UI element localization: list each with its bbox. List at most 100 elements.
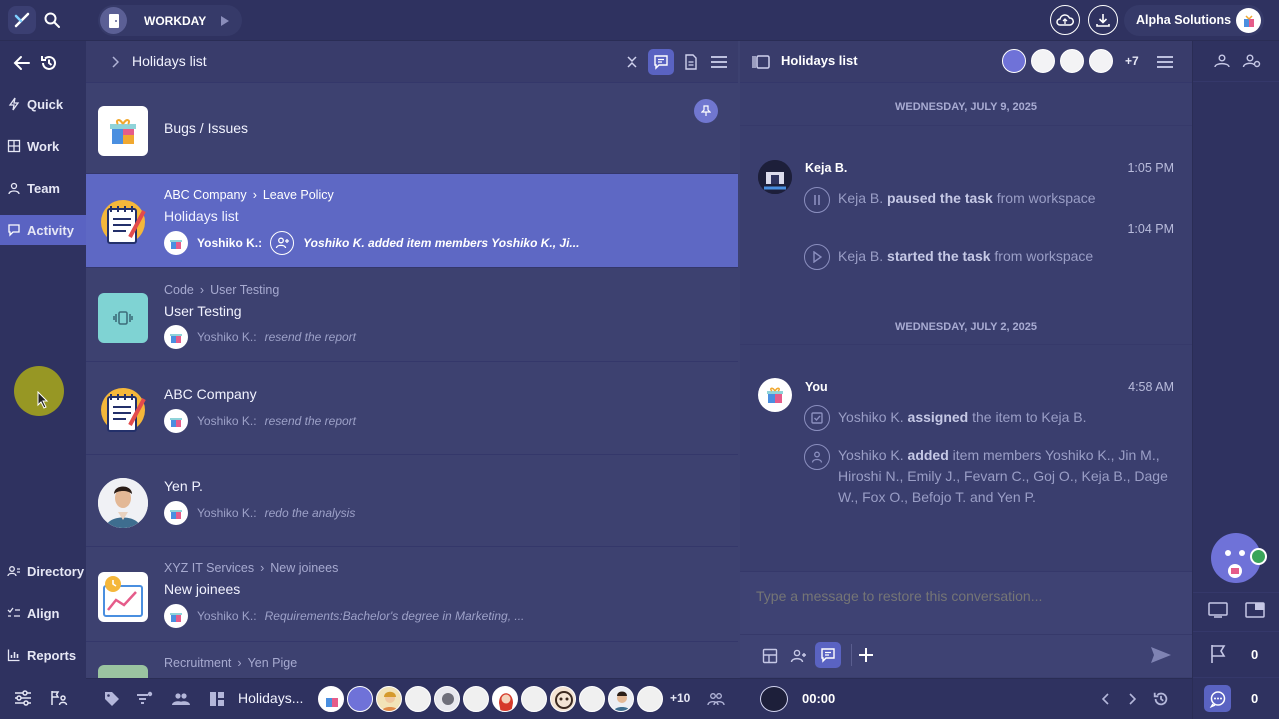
list-item[interactable]: Yen P. Yoshiko K.: redo the analysis xyxy=(86,455,738,547)
send-icon[interactable] xyxy=(1148,644,1174,666)
avatar xyxy=(758,160,792,194)
filter-icon[interactable] xyxy=(134,689,156,709)
chat-bubble-icon[interactable] xyxy=(1204,685,1231,712)
user-settings-icon[interactable] xyxy=(1241,51,1263,71)
play-icon[interactable] xyxy=(220,15,230,27)
history-icon[interactable] xyxy=(1150,689,1172,709)
document-icon[interactable] xyxy=(682,52,700,72)
member-avatar[interactable] xyxy=(492,686,518,712)
tag-icon[interactable] xyxy=(102,689,122,709)
contacts-icon[interactable] xyxy=(1211,51,1233,71)
flag-icon[interactable] xyxy=(1207,643,1229,665)
chevron-right-icon[interactable] xyxy=(1124,691,1140,707)
screen-icon[interactable] xyxy=(1205,599,1231,621)
add-user-icon[interactable] xyxy=(788,646,810,666)
list-item[interactable]: XYZ IT Services › New joinees New joinees … xyxy=(86,547,738,642)
sidebar-toggle-icon[interactable] xyxy=(750,53,772,71)
thumbnail xyxy=(98,665,148,678)
list-item[interactable]: Recruitment › Yen Pige xyxy=(86,642,738,678)
member-avatar[interactable] xyxy=(1060,49,1084,73)
list-item[interactable]: Code › User Testing User Testing Yoshiko K… xyxy=(86,268,738,362)
breadcrumb-child[interactable]: User Testing xyxy=(210,283,279,297)
chat-view-icon[interactable] xyxy=(648,49,674,75)
nav-item-align[interactable]: Align xyxy=(0,598,86,628)
breadcrumb-child[interactable]: Yen Pige xyxy=(248,656,298,670)
nav-item-team[interactable]: Team xyxy=(0,173,86,203)
bottom-bar: Holidays... +10 00:00 xyxy=(86,678,1192,719)
member-avatar[interactable] xyxy=(405,686,431,712)
activity-author: Yoshiko K.: xyxy=(197,330,257,344)
chat-menu-icon[interactable] xyxy=(1154,52,1176,72)
breadcrumb-separator: › xyxy=(199,283,205,297)
board-icon[interactable] xyxy=(206,689,228,709)
back-arrow-icon[interactable] xyxy=(12,53,32,73)
people-icon[interactable] xyxy=(170,689,192,709)
download-icon[interactable] xyxy=(1088,5,1118,35)
breadcrumb-parent[interactable]: Code xyxy=(164,283,194,297)
collapse-icon[interactable] xyxy=(624,53,640,71)
nav-item-quick[interactable]: Quick xyxy=(0,89,86,119)
user-route-icon[interactable] xyxy=(48,687,70,709)
member-avatar[interactable] xyxy=(1089,49,1113,73)
member-avatar[interactable] xyxy=(521,686,547,712)
chevron-right-icon[interactable] xyxy=(108,55,122,69)
history-icon[interactable] xyxy=(38,53,60,73)
nav-item-directory[interactable]: Directory xyxy=(0,556,86,586)
nav-item-work[interactable]: Work xyxy=(0,131,86,161)
member-avatar[interactable] xyxy=(434,686,460,712)
list-item[interactable]: Bugs / Issues xyxy=(86,83,738,174)
member-avatar[interactable] xyxy=(637,686,663,712)
grid-icon xyxy=(7,139,21,153)
divider xyxy=(1193,677,1279,678)
activity-list-panel: Holidays list Bugs / Issues ABC Company ›… xyxy=(86,41,738,678)
divider xyxy=(740,634,1192,635)
member-avatar[interactable] xyxy=(608,686,634,712)
message-input[interactable] xyxy=(756,584,1176,608)
breadcrumb-parent[interactable]: Recruitment xyxy=(164,656,231,670)
org-switcher[interactable]: Alpha Solutions xyxy=(1124,5,1264,36)
chevron-left-icon[interactable] xyxy=(1098,691,1114,707)
plus-icon[interactable] xyxy=(856,645,876,665)
app-logo[interactable] xyxy=(8,6,36,34)
activity-author: Yoshiko K.: xyxy=(197,414,257,428)
divider xyxy=(1193,592,1279,593)
list-item-selected[interactable]: ABC Company › Leave Policy Holidays list Y… xyxy=(86,174,738,268)
window-icon[interactable] xyxy=(1242,599,1268,621)
settings-sliders-icon[interactable] xyxy=(12,687,34,709)
member-avatar[interactable] xyxy=(550,686,576,712)
breadcrumb-child[interactable]: New joinees xyxy=(270,561,338,575)
breadcrumb-parent[interactable]: XYZ IT Services xyxy=(164,561,254,575)
breadcrumb-child[interactable]: Leave Policy xyxy=(263,188,334,202)
pin-icon[interactable] xyxy=(694,99,718,123)
list-item-title: New joinees xyxy=(164,581,241,597)
list-item[interactable]: ABC Company Yoshiko K.: resend the repor… xyxy=(86,362,738,455)
member-avatar[interactable] xyxy=(1031,49,1055,73)
view-label[interactable]: Holidays... xyxy=(238,690,303,706)
bolt-icon xyxy=(8,97,20,111)
more-members-count[interactable]: +7 xyxy=(1125,54,1139,68)
layout-icon[interactable] xyxy=(760,646,780,666)
member-avatar[interactable] xyxy=(463,686,489,712)
member-avatar[interactable] xyxy=(1002,49,1026,73)
cloud-sync-icon[interactable] xyxy=(1050,5,1080,35)
breadcrumb-parent[interactable]: ABC Company xyxy=(164,188,247,202)
workspace-switcher[interactable]: WORKDAY xyxy=(98,5,242,36)
reports-icon xyxy=(7,649,20,662)
last-activity: Yoshiko K.: resend the report xyxy=(164,409,356,433)
members-icon[interactable] xyxy=(706,690,726,708)
more-members-count[interactable]: +10 xyxy=(670,691,690,705)
nav-label: Team xyxy=(27,180,60,196)
nav-item-activity[interactable]: Activity xyxy=(0,215,86,245)
member-avatar[interactable] xyxy=(347,686,373,712)
member-avatar[interactable] xyxy=(376,686,402,712)
message-actor: Yoshiko K. xyxy=(838,409,904,425)
add-member-icon xyxy=(804,444,830,470)
member-avatar[interactable] xyxy=(579,686,605,712)
nav-label: Quick xyxy=(27,96,64,112)
member-avatar[interactable] xyxy=(318,686,344,712)
chat-mode-icon[interactable] xyxy=(815,642,841,668)
menu-icon[interactable] xyxy=(708,52,730,72)
notepad-thumbnail xyxy=(98,385,148,435)
nav-item-reports[interactable]: Reports xyxy=(0,640,86,670)
search-icon[interactable] xyxy=(40,8,64,32)
